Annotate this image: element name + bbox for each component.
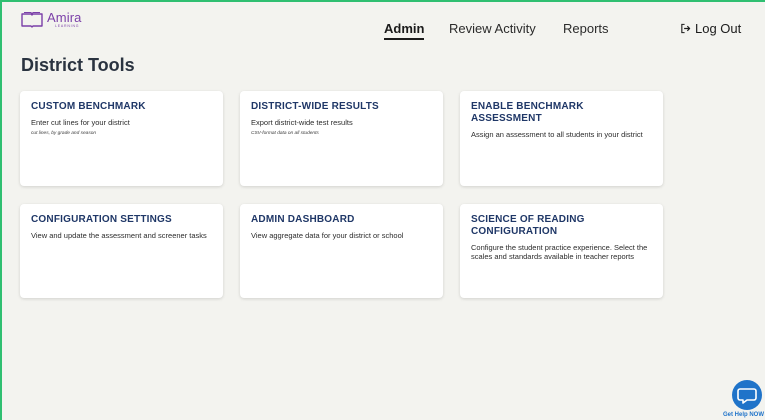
logout-button[interactable]: Log Out bbox=[680, 21, 741, 36]
help-label: Get Help NOW bbox=[723, 412, 765, 418]
chat-bubble-icon bbox=[732, 380, 762, 410]
card-title: DISTRICT-WIDE RESULTS bbox=[251, 101, 379, 112]
app-frame: Amira LEARNING Admin Review Activity Rep… bbox=[0, 0, 765, 420]
page-title: District Tools bbox=[21, 55, 135, 75]
card-custom-benchmark[interactable]: CUSTOM BENCHMARK Enter cut lines for you… bbox=[20, 91, 223, 186]
logout-label: Log Out bbox=[695, 21, 742, 36]
top-header: Amira LEARNING Admin Review Activity Rep… bbox=[2, 2, 765, 50]
card-title: CUSTOM BENCHMARK bbox=[31, 101, 146, 112]
card-district-wide-results[interactable]: DISTRICT-WIDE RESULTS Export district-wi… bbox=[240, 91, 443, 186]
card-note: CSV-format data on all students bbox=[251, 131, 319, 136]
card-description: Export district-wide test results bbox=[251, 118, 353, 127]
card-configuration-settings[interactable]: CONFIGURATION SETTINGS View and update t… bbox=[20, 204, 223, 298]
main-nav: Admin Review Activity Reports bbox=[2, 21, 765, 45]
nav-admin[interactable]: Admin bbox=[384, 21, 425, 40]
card-title: SCIENCE OF READING CONFIGURATION bbox=[471, 214, 585, 237]
nav-reports[interactable]: Reports bbox=[563, 21, 609, 36]
card-note: cut lines, by grade and season bbox=[31, 131, 97, 136]
logout-arrow-icon bbox=[681, 23, 691, 34]
card-description: Assign an assessment to all students in … bbox=[471, 130, 643, 139]
card-enable-benchmark-assessment[interactable]: ENABLE BENCHMARK ASSESSMENT Assign an as… bbox=[460, 91, 663, 186]
card-title: ADMIN DASHBOARD bbox=[251, 214, 355, 225]
get-help-widget[interactable]: Get Help NOW bbox=[723, 377, 765, 420]
card-science-of-reading-configuration[interactable]: SCIENCE OF READING CONFIGURATION Configu… bbox=[460, 204, 663, 298]
card-description: Configure the student practice experienc… bbox=[471, 243, 648, 261]
card-description: View aggregate data for your district or… bbox=[251, 231, 404, 240]
card-title: CONFIGURATION SETTINGS bbox=[31, 214, 172, 225]
card-description: Enter cut lines for your district bbox=[31, 118, 130, 127]
nav-review-activity[interactable]: Review Activity bbox=[449, 21, 536, 36]
card-admin-dashboard[interactable]: ADMIN DASHBOARD View aggregate data for … bbox=[240, 204, 443, 298]
card-description: View and update the assessment and scree… bbox=[31, 231, 207, 240]
card-title: ENABLE BENCHMARK ASSESSMENT bbox=[471, 101, 584, 124]
